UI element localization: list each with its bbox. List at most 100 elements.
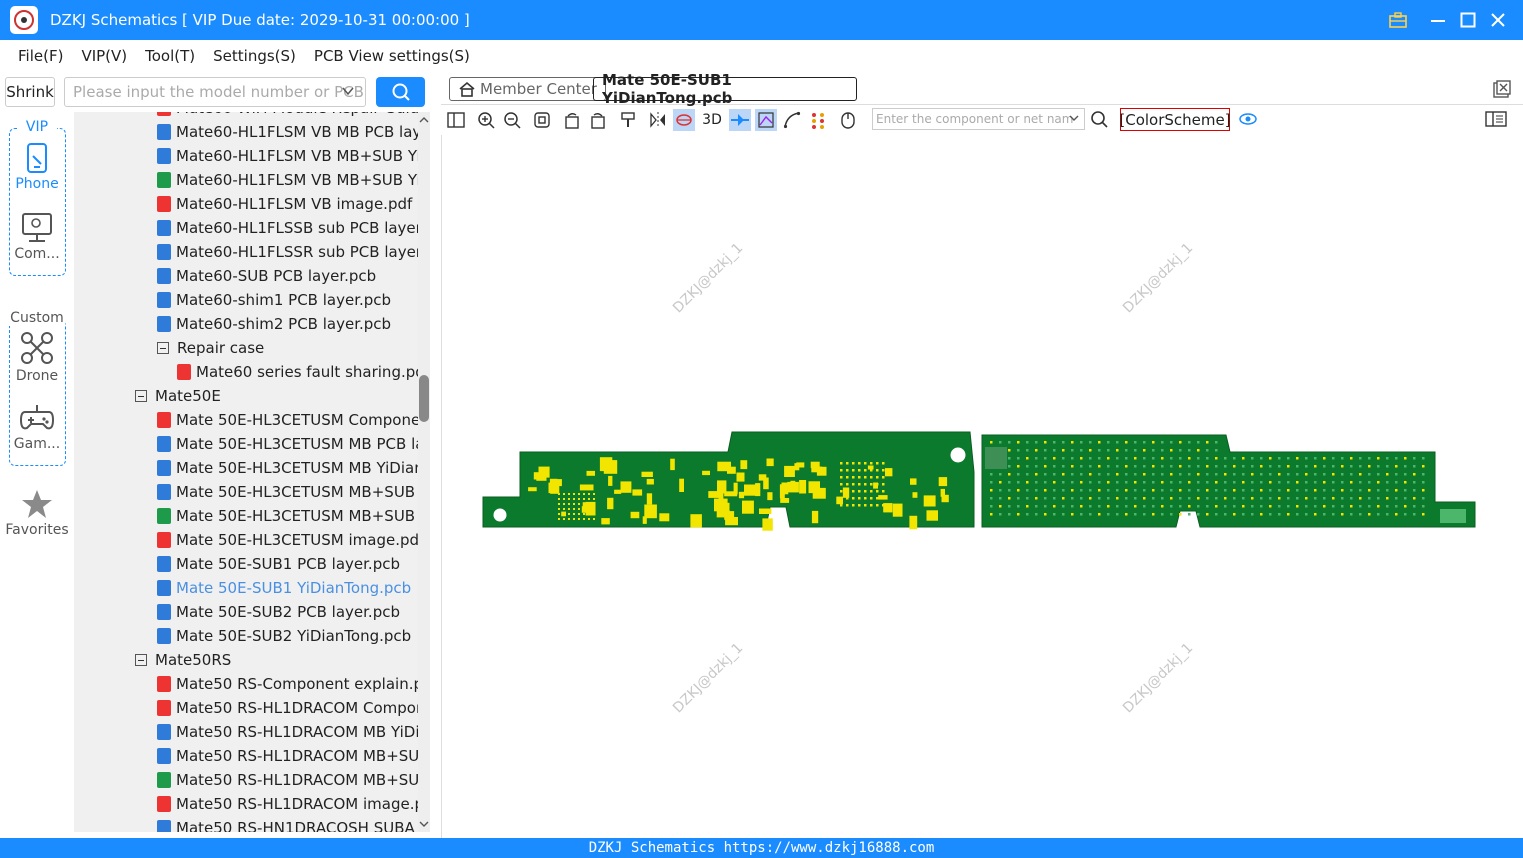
mouse-mode-icon[interactable] <box>837 109 859 131</box>
tree-file[interactable]: Mate60-shim2 PCB layer.pcb <box>157 312 391 336</box>
pcb-board[interactable] <box>480 427 1480 547</box>
minimize-button[interactable] <box>1426 8 1450 32</box>
pcb-pad <box>1386 465 1389 468</box>
pcb-pad <box>1161 449 1164 452</box>
tree-scrollbar-thumb[interactable] <box>419 375 429 422</box>
tree-file[interactable]: Mate 50E-SUB1 YiDianTong.pcb <box>157 576 411 600</box>
close-button[interactable] <box>1486 8 1510 32</box>
menu-settings[interactable]: Settings(S) <box>213 47 296 65</box>
model-search-input[interactable]: Please input the model number or PCB <box>64 77 366 107</box>
pcb-pad <box>690 514 702 528</box>
maximize-button[interactable] <box>1456 8 1480 32</box>
search-placeholder: Please input the model number or PCB <box>73 83 364 101</box>
tree-file[interactable]: Mate 50E-HL3CETUSM Componen <box>157 408 418 432</box>
tree-file[interactable]: Mate 50E-SUB2 PCB layer.pcb <box>157 600 400 624</box>
tree-file[interactable]: Mate 50E-HL3CETUSM MB YiDianT <box>157 456 418 480</box>
pcb-pad <box>1152 473 1155 476</box>
net-trace-icon[interactable] <box>755 109 777 131</box>
rail-item-favorites[interactable]: Favorites <box>0 488 74 538</box>
component-search-icon[interactable] <box>1090 110 1108 132</box>
file-tree[interactable]: Mate60 WiFi Module Repair Guide Mate60-HL… <box>74 112 418 832</box>
pcb-pad <box>852 476 855 479</box>
pcb-pad <box>1107 497 1110 500</box>
vip-bag-icon[interactable] <box>1386 8 1410 32</box>
pcb-pad <box>999 481 1002 484</box>
tree-file[interactable]: Mate 50E-HL3CETUSM image.pdf <box>157 528 418 552</box>
component-search-input[interactable]: Enter the component or net nam <box>872 108 1085 130</box>
collapse-icon[interactable] <box>135 654 147 666</box>
pcb-pad <box>1161 505 1164 508</box>
pcb-pad <box>858 497 861 500</box>
tree-file[interactable]: Mate 50E-HL3CETUSM MB+SUB Yi <box>157 504 418 528</box>
rail-item-computer[interactable]: Com... <box>0 212 74 262</box>
tab-member-center[interactable]: Member Center <box>449 77 606 101</box>
view-3d-button[interactable]: 3D <box>699 109 725 131</box>
curve-tool-icon[interactable] <box>781 109 803 131</box>
tree-file[interactable]: Mate60-HL1FLSM VB MB+SUB YiD <box>157 144 418 168</box>
pcb-pad <box>1233 497 1236 500</box>
tree-file[interactable]: Mate60 series fault sharing.pdf <box>177 360 418 384</box>
tree-file[interactable]: Mate 50E-HL3CETUSM MB PCB lay <box>157 432 418 456</box>
rail-item-game[interactable]: Gam... <box>0 402 74 452</box>
shrink-button[interactable]: Shrink <box>5 77 55 107</box>
tree-file[interactable]: Mate60-SUB PCB layer.pcb <box>157 264 376 288</box>
color-scheme-button[interactable]: [ColorScheme] <box>1119 108 1231 131</box>
tree-file[interactable]: Mate50 RS-Component explain.pd <box>157 672 418 696</box>
pin-highlight-icon[interactable] <box>729 109 751 131</box>
tree-item-label: Mate 50E-HL3CETUSM Componen <box>176 411 418 429</box>
tree-file[interactable]: Mate60-HL1FLSM VB image.pdf <box>157 192 412 216</box>
tree-file[interactable]: Mate 50E-SUB1 PCB layer.pcb <box>157 552 400 576</box>
mirror-icon[interactable] <box>647 109 669 131</box>
flip-board-icon[interactable] <box>673 109 695 131</box>
menu-pcb-view-settings[interactable]: PCB View settings(S) <box>314 47 470 65</box>
tree-file[interactable]: Mate 50E-HL3CETUSM MB+SUB Yi <box>157 480 418 504</box>
tree-file[interactable]: Mate 50E-SUB2 YiDianTong.pcb <box>157 624 411 648</box>
pcb-pad <box>799 480 807 494</box>
tree-file[interactable]: Mate50 RS-HL1DRACOM MB YiDia <box>157 720 418 744</box>
collapse-icon[interactable] <box>157 342 169 354</box>
pcb-pad <box>579 484 594 491</box>
pcb-pad <box>909 515 918 530</box>
pcb-pad <box>1323 481 1326 484</box>
rail-item-phone[interactable]: Phone <box>0 142 74 192</box>
menu-tool[interactable]: Tool(T) <box>145 47 195 65</box>
tree-scrollbar[interactable] <box>418 112 430 832</box>
menu-vip[interactable]: VIP(V) <box>81 47 127 65</box>
eye-icon[interactable] <box>1238 110 1258 132</box>
tree-file[interactable]: Mate60-HL1FLSM VB MB PCB laye <box>157 120 418 144</box>
rail-item-drone[interactable]: Drone <box>0 330 74 384</box>
fit-view-icon[interactable] <box>531 109 553 131</box>
tree-folder[interactable]: Mate50E <box>135 384 221 408</box>
search-button[interactable] <box>376 77 425 107</box>
pcb-pad <box>864 497 867 500</box>
tree-folder[interactable]: Mate50RS <box>135 648 231 672</box>
tree-file[interactable]: Mate60 WiFi Module Repair Guide <box>157 112 418 120</box>
tree-file[interactable]: Mate50 RS-HL1DRACOM MB+SUB <box>157 768 418 792</box>
tree-file[interactable]: Mate60-HL1FLSM VB MB+SUB YiD <box>157 168 418 192</box>
chevron-down-icon[interactable] <box>1068 112 1080 127</box>
pcb-pad <box>1260 497 1263 500</box>
tree-file[interactable]: Mate60-HL1FLSSB sub PCB layer.p <box>157 216 418 240</box>
tree-folder[interactable]: Repair case <box>157 336 264 360</box>
collapse-icon[interactable] <box>135 390 147 402</box>
tree-file[interactable]: Mate60-HL1FLSSR sub PCB layer.p <box>157 240 418 264</box>
rotate-left-icon[interactable] <box>561 109 583 131</box>
pads-icon[interactable] <box>807 109 829 131</box>
zoom-out-icon[interactable] <box>501 109 523 131</box>
tree-file[interactable]: Mate50 RS-HL1DRACOM Compon <box>157 696 418 720</box>
tree-file[interactable]: Mate60-shim1 PCB layer.pcb <box>157 288 391 312</box>
paint-brush-icon[interactable] <box>617 109 639 131</box>
menu-file[interactable]: File(F) <box>18 47 63 65</box>
tree-file[interactable]: Mate50 RS-HN1DRACOSH SUBA Y <box>157 816 418 832</box>
side-panel-toggle-icon[interactable] <box>1485 110 1507 132</box>
close-all-tabs-icon[interactable] <box>1493 80 1511 102</box>
zoom-in-icon[interactable] <box>475 109 497 131</box>
tree-file[interactable]: Mate50 RS-HL1DRACOM MB+SUB <box>157 744 418 768</box>
rotate-right-icon[interactable] <box>587 109 609 131</box>
split-view-icon[interactable] <box>445 109 467 131</box>
pcb-pad <box>1044 481 1047 484</box>
chevron-down-icon[interactable] <box>341 84 355 102</box>
tab-active-file[interactable]: Mate 50E-SUB1 YiDianTong.pcb <box>593 71 857 107</box>
pcb-canvas[interactable]: DZKJ@dzkj_1 DZKJ@dzkj_1 DZKJ@dzkj_1 DZKJ… <box>441 135 1523 838</box>
tree-file[interactable]: Mate50 RS-HL1DRACOM image.pc <box>157 792 418 816</box>
